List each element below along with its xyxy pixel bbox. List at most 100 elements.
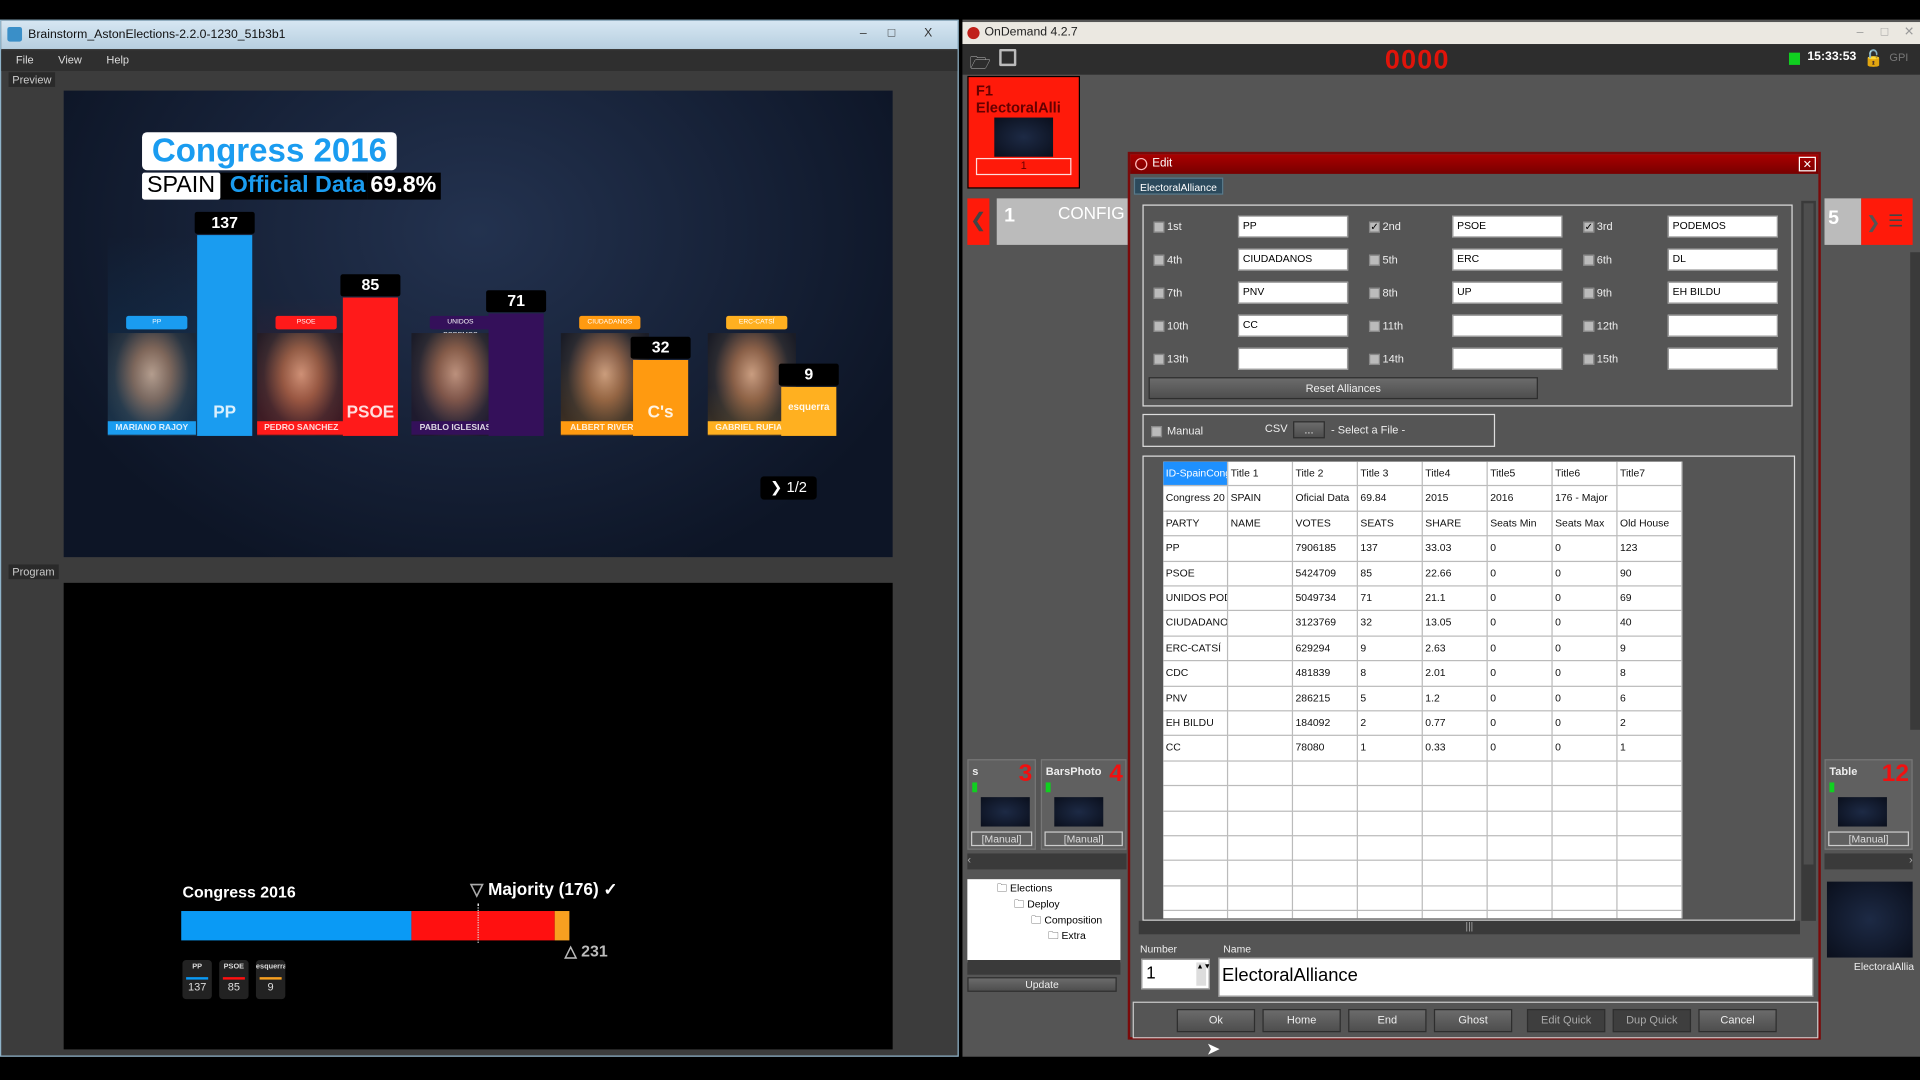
prev-page-button[interactable]: ❮	[967, 198, 990, 245]
grid-cell[interactable]	[1422, 761, 1488, 787]
grid-cell[interactable]: 0	[1487, 561, 1553, 587]
next-page-button[interactable]: ❯	[1866, 212, 1880, 233]
grid-cell[interactable]: 0	[1487, 686, 1553, 712]
grid-cell[interactable]: Seats Min	[1487, 511, 1553, 537]
grid-cell[interactable]	[1552, 786, 1618, 812]
grid-cell[interactable]: 184092	[1293, 711, 1358, 737]
grid-cell[interactable]: 0	[1487, 736, 1553, 762]
grid-cell[interactable]: 5424709	[1293, 561, 1358, 587]
grid-cell[interactable]	[1228, 711, 1294, 737]
grid-cell[interactable]	[1228, 861, 1294, 887]
dup-quick-button[interactable]: Dup Quick	[1612, 1008, 1692, 1033]
grid-cell[interactable]: 0	[1487, 711, 1553, 737]
tree-item[interactable]: 🗀 Deploy	[1014, 898, 1060, 915]
alliance-input[interactable]: EH BILDU	[1667, 281, 1778, 304]
grid-cell[interactable]	[1228, 586, 1294, 612]
grid-cell[interactable]	[1357, 761, 1423, 787]
grid-cell[interactable]: 3123769	[1293, 611, 1358, 637]
grid-cell[interactable]	[1553, 911, 1618, 919]
alliance-checkbox[interactable]	[1583, 287, 1595, 299]
alliance-checkbox[interactable]	[1368, 254, 1381, 266]
grid-cell[interactable]	[1487, 836, 1553, 862]
grid-cell[interactable]: SEATS	[1357, 511, 1423, 537]
grid-cell[interactable]	[1228, 761, 1294, 787]
grid-cell[interactable]: CDC	[1163, 661, 1229, 687]
grid-horizontal-scrollbar[interactable]: |||	[1138, 920, 1801, 935]
grid-cell[interactable]	[1293, 811, 1358, 837]
grid-cell[interactable]	[1617, 761, 1683, 787]
alliance-checkbox[interactable]: ✓	[1583, 221, 1595, 233]
csv-browse-button[interactable]: ...	[1293, 421, 1325, 439]
grid-cell[interactable]: 71	[1357, 586, 1423, 612]
grid-cell[interactable]: 0.77	[1422, 711, 1488, 737]
grid-header-cell[interactable]: Title4	[1422, 461, 1488, 487]
od-minimize-button[interactable]: –	[1847, 23, 1874, 41]
tree-item[interactable]: 🗀 Elections	[997, 882, 1053, 899]
grid-cell[interactable]	[1617, 886, 1683, 912]
edit-quick-button[interactable]: Edit Quick	[1526, 1008, 1606, 1033]
grid-header-cell[interactable]: Title5	[1487, 461, 1553, 487]
tiles-scroll-right[interactable]: ›	[1824, 853, 1913, 870]
tree-item[interactable]: 🗀 Composition	[1031, 913, 1102, 930]
tab-electoral-alliance[interactable]: ElectoralAlliance	[1133, 177, 1224, 195]
alliance-input[interactable]	[1667, 314, 1778, 337]
name-input[interactable]: ElectoralAlliance	[1218, 957, 1814, 997]
add-list-icon[interactable]: ☰	[1888, 211, 1903, 232]
grid-cell[interactable]: 481839	[1293, 661, 1358, 687]
grid-cell[interactable]: SPAIN	[1228, 486, 1294, 512]
grid-cell[interactable]: 286215	[1293, 686, 1358, 712]
reset-alliances-button[interactable]: Reset Alliances	[1148, 377, 1538, 400]
alliance-input[interactable]: PSOE	[1452, 215, 1563, 238]
grid-cell[interactable]: 0	[1552, 636, 1618, 662]
grid-cell[interactable]: 0	[1552, 611, 1618, 637]
grid-cell[interactable]: 2	[1357, 711, 1423, 737]
alliance-input[interactable]: PP	[1237, 215, 1349, 238]
grid-cell[interactable]	[1552, 861, 1618, 887]
f1-tile[interactable]: F1 ElectoralAlli 1	[967, 75, 1081, 189]
alliance-input[interactable]: CC	[1237, 314, 1349, 337]
grid-cell[interactable]: Oficial Data	[1293, 486, 1358, 512]
grid-cell[interactable]: 90	[1617, 561, 1683, 587]
grid-cell[interactable]	[1228, 786, 1294, 812]
template-tile[interactable]: Table 12 [Manual]	[1824, 759, 1913, 850]
cancel-button[interactable]: Cancel	[1698, 1008, 1777, 1033]
grid-cell[interactable]: 0	[1552, 736, 1618, 762]
alliance-input[interactable]	[1667, 347, 1778, 370]
grid-cell[interactable]: 13.05	[1422, 611, 1488, 637]
data-grid[interactable]: ID-SpainCong Title 1 Title 2 Title 3 Title4 T…	[1163, 461, 1683, 919]
grid-cell[interactable]: 8	[1617, 661, 1683, 687]
grid-cell[interactable]	[1357, 836, 1423, 862]
grid-cell[interactable]	[1422, 861, 1488, 887]
grid-cell[interactable]	[1423, 911, 1488, 919]
template-tile[interactable]: s 3 [Manual]	[967, 759, 1036, 850]
grid-cell[interactable]: 2	[1617, 711, 1683, 737]
alliance-checkbox[interactable]	[1368, 287, 1381, 299]
grid-cell[interactable]	[1618, 911, 1683, 919]
grid-cell[interactable]	[1228, 536, 1294, 562]
grid-cell[interactable]	[1488, 911, 1553, 919]
grid-cell[interactable]: CC	[1163, 736, 1229, 762]
grid-cell[interactable]: Congress 20	[1163, 486, 1229, 512]
grid-cell[interactable]	[1228, 611, 1294, 637]
grid-cell[interactable]: PNV	[1163, 686, 1229, 712]
menu-file[interactable]: File	[1, 50, 43, 66]
grid-cell[interactable]: CIUDADANOS	[1163, 611, 1229, 637]
alliance-input[interactable]: CIUDADANOS	[1237, 248, 1349, 271]
grid-cell[interactable]: PP	[1163, 536, 1229, 562]
grid-cell[interactable]	[1228, 636, 1294, 662]
grid-cell[interactable]: 5049734	[1293, 586, 1358, 612]
grid-cell[interactable]: 69.84	[1357, 486, 1423, 512]
alliance-checkbox[interactable]	[1368, 320, 1381, 332]
grid-cell[interactable]: 85	[1357, 561, 1423, 587]
alliance-checkbox[interactable]	[1583, 254, 1595, 266]
grid-cell[interactable]	[1293, 886, 1358, 912]
grid-header-cell[interactable]: Title7	[1617, 461, 1683, 487]
od-close-button[interactable]: ✕	[1896, 23, 1920, 41]
tiles-scroll-left[interactable]: ‹	[967, 853, 1127, 870]
grid-cell[interactable]	[1357, 786, 1423, 812]
grid-cell[interactable]	[1358, 911, 1423, 919]
tile-5[interactable]: 5	[1824, 198, 1862, 245]
alliance-checkbox[interactable]	[1368, 353, 1381, 365]
grid-cell[interactable]: 0	[1552, 536, 1618, 562]
grid-cell[interactable]: PSOE	[1163, 561, 1229, 587]
